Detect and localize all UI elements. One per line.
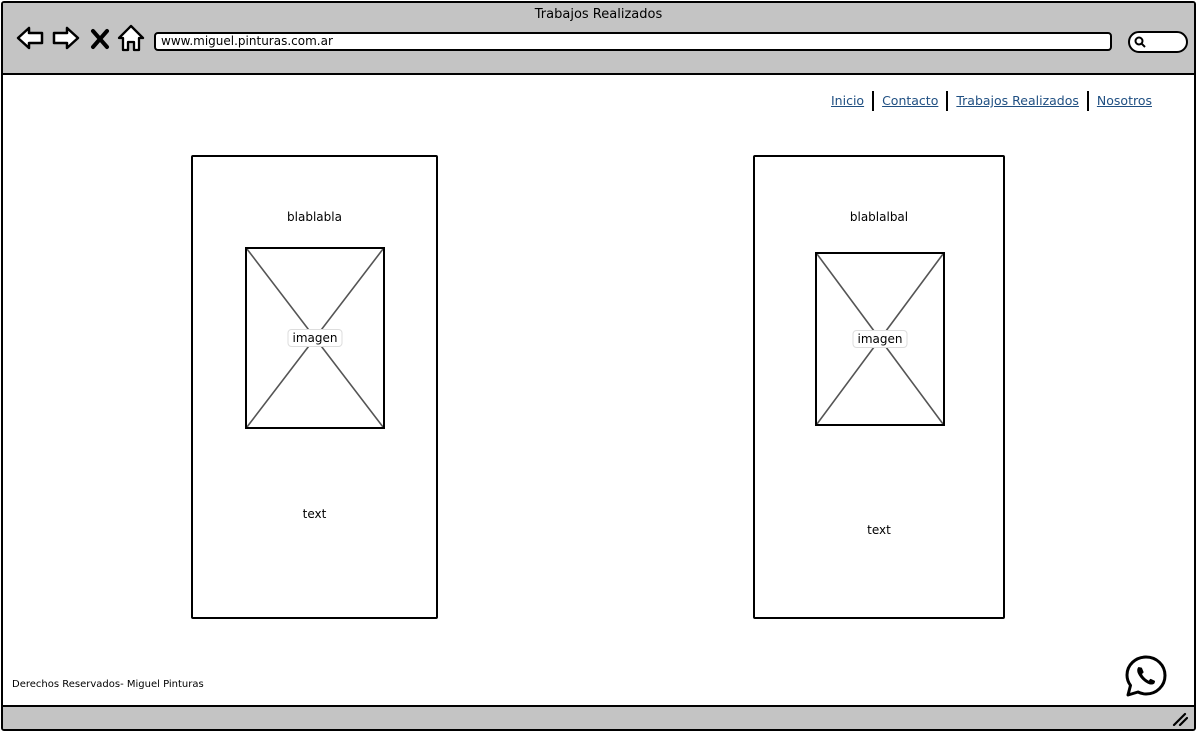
card-title: blablalbal [849,210,909,224]
window-title: Trabajos Realizados [534,7,663,22]
browser-search-input[interactable] [1128,31,1188,53]
nav-link-trabajos-realizados[interactable]: Trabajos Realizados [948,91,1087,111]
nav-link-nosotros[interactable]: Nosotros [1089,91,1160,111]
browser-toolbar: Trabajos Realizados www.miguel.pinturas.… [3,3,1194,75]
back-arrow-icon[interactable] [15,23,45,53]
footer-copyright: Derechos Reservados- Miguel Pinturas [12,679,204,690]
top-navigation: Inicio Contacto Trabajos Realizados Noso… [823,91,1160,111]
search-icon [1134,36,1146,48]
image-placeholder-label: imagen [287,329,343,347]
forward-arrow-icon[interactable] [51,23,81,53]
work-card-1: blablabla imagen text [191,155,438,619]
work-card-2: blablalbal imagen text [753,155,1005,619]
url-input[interactable]: www.miguel.pinturas.com.ar [154,32,1112,51]
card-title: blablabla [287,210,342,224]
status-bar [3,705,1194,729]
resize-grip-icon[interactable] [1172,712,1188,726]
card-text: text [867,523,891,537]
home-icon[interactable] [116,23,146,53]
nav-link-contacto[interactable]: Contacto [874,91,946,111]
image-placeholder-label: imagen [852,330,908,348]
browser-window: Trabajos Realizados www.miguel.pinturas.… [1,1,1196,731]
card-text: text [302,507,327,521]
image-placeholder: imagen [245,247,385,429]
close-x-icon[interactable] [89,23,111,53]
whatsapp-icon[interactable] [1124,654,1168,698]
nav-link-inicio[interactable]: Inicio [823,91,872,111]
image-placeholder: imagen [815,252,945,426]
